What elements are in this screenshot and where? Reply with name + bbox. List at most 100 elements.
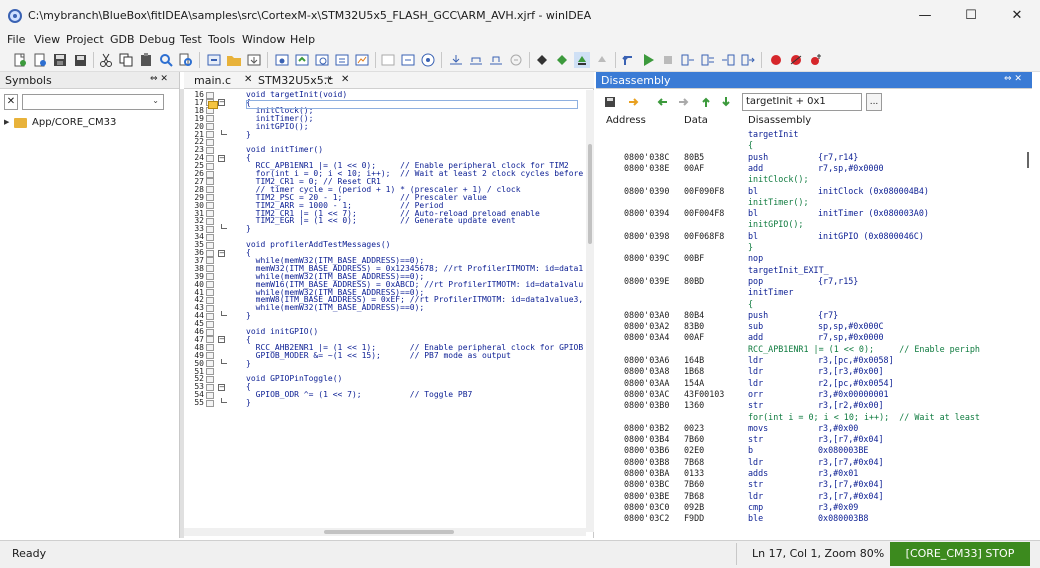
disassembly-listing[interactable]: targetInit{0800'038C 80B5 push {r7,r14} 0800… bbox=[596, 128, 1024, 532]
editor-vscrollbar[interactable] bbox=[586, 90, 594, 532]
disassembly-instruction-row[interactable]: 0800'03A2 83B0 sub sp,sp,#0x000C bbox=[596, 321, 1024, 331]
step-asm-icon[interactable] bbox=[680, 52, 696, 68]
code-line[interactable]: GPIOB_MODER &= ~(1 << 15); // PB7 mode a… bbox=[246, 351, 511, 360]
register-window-icon[interactable] bbox=[334, 52, 350, 68]
chevron-down-icon[interactable]: ⌄ bbox=[152, 96, 159, 105]
stop-icon[interactable] bbox=[660, 52, 676, 68]
step-into-icon[interactable] bbox=[448, 52, 464, 68]
disassembly-pin-icon[interactable]: ⇔ ✕ bbox=[1004, 74, 1022, 84]
code-line[interactable]: TIM2_EGR |= (1 << 0); // Generate update… bbox=[246, 217, 516, 225]
disassembly-instruction-row[interactable]: 0800'03A0 80B4 push {r7} bbox=[596, 310, 1024, 320]
menu-window[interactable]: Window bbox=[242, 33, 285, 46]
step-asm-over-icon[interactable] bbox=[700, 52, 716, 68]
editor-vscroll-thumb[interactable] bbox=[588, 144, 592, 244]
menu-help[interactable]: Help bbox=[290, 33, 315, 46]
folder-icon[interactable] bbox=[226, 52, 242, 68]
run-icon[interactable] bbox=[640, 52, 656, 68]
tree-item-core-cm33[interactable]: ▶ App/CORE_CM33 bbox=[4, 116, 174, 130]
new-file-icon[interactable] bbox=[12, 52, 28, 68]
run-window-icon[interactable] bbox=[274, 52, 290, 68]
symbols-filter-combo[interactable]: ⌄ bbox=[22, 94, 164, 110]
maximize-button[interactable]: ☐ bbox=[948, 0, 994, 32]
disassembly-instruction-row[interactable]: 0800'03AA 154A ldr r2,[pc,#0x0054] bbox=[596, 378, 1024, 388]
forward-arrow-icon[interactable] bbox=[678, 96, 690, 108]
step-asm-into-icon[interactable] bbox=[720, 52, 736, 68]
disassembly-instruction-row[interactable]: 0800'03BA 0133 adds r3,#0x01 bbox=[596, 468, 1024, 478]
menu-view[interactable]: View bbox=[34, 33, 60, 46]
disassembly-instruction-row[interactable]: 0800'039E 80BD pop {r7,r15} bbox=[596, 276, 1024, 286]
cut-icon[interactable] bbox=[98, 52, 114, 68]
disassembly-source-row[interactable]: initClock(); bbox=[596, 174, 1024, 184]
disassembly-source-row[interactable]: for(int i = 0; i < 10; i++); // Wait at … bbox=[596, 412, 1024, 422]
disassembly-label-row[interactable]: targetInit_EXIT_ bbox=[596, 265, 1024, 275]
disabled-window-icon[interactable] bbox=[380, 52, 396, 68]
code-line[interactable]: initGPIO(); bbox=[246, 122, 309, 131]
code-line[interactable]: } bbox=[246, 312, 251, 320]
menu-test[interactable]: Test bbox=[180, 33, 202, 46]
location-input[interactable]: targetInit + 0x1 bbox=[742, 93, 862, 111]
disassembly-instruction-row[interactable]: 0800'03AC 43F00103 orr r3,#0x00000001 bbox=[596, 389, 1024, 399]
disassembly-instruction-row[interactable]: 0800'03BE 7B68 ldr r3,[r7,#0x04] bbox=[596, 491, 1024, 501]
disassembly-source-row[interactable]: initTimer(); bbox=[596, 197, 1024, 207]
disassembly-instruction-row[interactable]: 0800'0398 00F068F8 bl initGPIO (0x0800046C) bbox=[596, 231, 1024, 241]
disassembly-instruction-row[interactable]: 0800'0390 00F090F8 bl initClock (0x080004B4… bbox=[596, 186, 1024, 196]
breakpoint-icon[interactable] bbox=[768, 52, 784, 68]
copy-icon[interactable] bbox=[118, 52, 134, 68]
reset-icon[interactable] bbox=[620, 52, 636, 68]
find-in-files-icon[interactable] bbox=[178, 52, 194, 68]
analyzer-icon[interactable] bbox=[400, 52, 416, 68]
code-line[interactable]: } bbox=[246, 399, 251, 407]
code-line[interactable]: void GPIOPinToggle() bbox=[246, 375, 342, 383]
tab-stm32u5x5-c[interactable]: STM32U5x5.c bbox=[258, 74, 333, 87]
memory-window-icon[interactable] bbox=[314, 52, 330, 68]
download-icon[interactable] bbox=[246, 52, 262, 68]
coverage-icon[interactable] bbox=[420, 52, 436, 68]
disassembly-label-row[interactable]: targetInit bbox=[596, 129, 1024, 139]
menu-tools[interactable]: Tools bbox=[208, 33, 235, 46]
code-line[interactable]: } bbox=[246, 130, 251, 139]
disassembly-source-row[interactable]: initGPIO(); bbox=[596, 219, 1024, 229]
code-line[interactable]: void initTimer() bbox=[246, 146, 323, 154]
editor-hscroll-thumb[interactable] bbox=[324, 530, 454, 534]
disassembly-instruction-row[interactable]: 0800'03B2 0023 movs r3,#0x00 bbox=[596, 423, 1024, 433]
disassembly-instruction-row[interactable]: 0800'0394 00F004F8 bl initTimer (0x080003A0… bbox=[596, 208, 1024, 218]
disassembly-instruction-row[interactable]: 0800'03BC 7B60 str r3,[r7,#0x04] bbox=[596, 479, 1024, 489]
open-file-icon[interactable] bbox=[32, 52, 48, 68]
code-line[interactable]: void profilerAddTestMessages() bbox=[246, 241, 391, 249]
run-to-cursor-icon[interactable] bbox=[508, 52, 524, 68]
disassembly-instruction-row[interactable]: 0800'038C 80B5 push {r7,r14} bbox=[596, 152, 1024, 162]
save-icon[interactable] bbox=[52, 52, 68, 68]
menu-project[interactable]: Project bbox=[66, 33, 104, 46]
menu-gdb[interactable]: GDB bbox=[110, 33, 135, 46]
expand-arrow-icon[interactable]: ▶ bbox=[4, 118, 9, 126]
disassembly-instruction-row[interactable]: 0800'03A8 1B68 ldr r3,[r3,#0x00] bbox=[596, 366, 1024, 376]
tab-main-c[interactable]: main.c bbox=[194, 74, 231, 87]
code-line[interactable]: GPIOB_ODR ^= (1 << 7); // Toggle PB7 bbox=[246, 391, 473, 399]
clear-filter-icon[interactable]: ✕ bbox=[4, 94, 18, 110]
disassembly-instruction-row[interactable]: 0800'03A4 00AF add r7,sp,#0x0000 bbox=[596, 332, 1024, 342]
symbols-pin-icon[interactable]: ⇔ ✕ bbox=[150, 74, 168, 84]
menu-debug[interactable]: Debug bbox=[139, 33, 175, 46]
disassembly-instruction-row[interactable]: 0800'03B8 7B68 ldr r3,[r7,#0x04] bbox=[596, 457, 1024, 467]
pin-icon[interactable]: ⇥ bbox=[324, 74, 332, 84]
minimize-button[interactable]: — bbox=[902, 0, 948, 32]
tab-close-icon[interactable]: ✕ bbox=[244, 74, 252, 85]
back-arrow-icon[interactable] bbox=[656, 96, 668, 108]
save-all-icon[interactable] bbox=[72, 52, 88, 68]
code-line[interactable]: while(memW32(ITM_BASE_ADDRESS)==0); bbox=[246, 304, 425, 312]
source-step-icon[interactable] bbox=[534, 52, 550, 68]
disassembly-source-row[interactable]: RCC_APB1ENR1 |= (1 << 0); // Enable peri… bbox=[596, 344, 1024, 354]
up-arrow-icon[interactable] bbox=[700, 96, 712, 108]
disassembly-instruction-row[interactable]: 0800'03C0 092B cmp r3,#0x09 bbox=[596, 502, 1024, 512]
step-out-icon[interactable] bbox=[488, 52, 504, 68]
build-icon[interactable] bbox=[206, 52, 222, 68]
menu-file[interactable]: File bbox=[7, 33, 25, 46]
disassembly-source-row[interactable]: } bbox=[596, 242, 1024, 252]
disassembly-instruction-row[interactable]: 0800'03B4 7B60 str r3,[r7,#0x04] bbox=[596, 434, 1024, 444]
mixed-step-icon[interactable] bbox=[594, 52, 610, 68]
breakpoint-manager-icon[interactable] bbox=[788, 52, 804, 68]
disassembly-label-row[interactable]: initTimer bbox=[596, 287, 1024, 297]
code-line[interactable]: } bbox=[246, 359, 251, 368]
disassembly-vscrollbar[interactable] bbox=[1024, 128, 1032, 532]
disassembly-instruction-row[interactable]: 0800'03B6 02E0 b 0x080003BE bbox=[596, 445, 1024, 455]
